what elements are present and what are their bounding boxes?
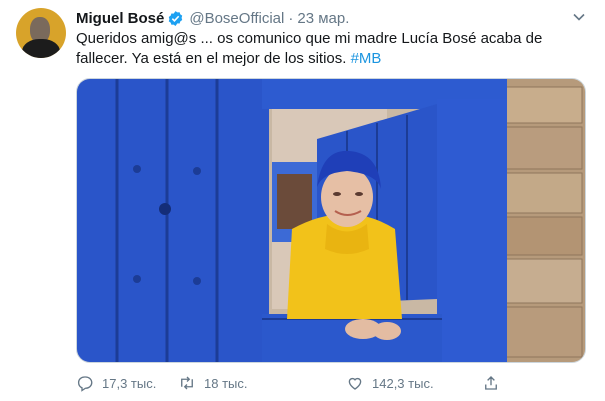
retweet-icon <box>181 376 193 390</box>
author-name[interactable]: Miguel Bosé <box>76 10 164 27</box>
chevron-down-icon[interactable] <box>572 10 586 24</box>
avatar-body <box>22 39 60 58</box>
reply-icon <box>77 376 93 392</box>
reply-button[interactable]: 17,3 тыс. <box>76 374 156 392</box>
hashtag-link[interactable]: #MB <box>351 50 382 67</box>
like-icon <box>348 377 362 390</box>
tweet-photo[interactable] <box>76 78 586 363</box>
separator-dot: · <box>288 9 294 27</box>
tweet-text: Queridos amig@s ... os comunico que mi m… <box>76 29 586 69</box>
tweet-timestamp[interactable]: 23 мар. <box>297 10 349 27</box>
like-count: 142,3 тыс. <box>372 375 434 391</box>
avatar[interactable] <box>16 8 66 58</box>
tweet-body: Queridos amig@s ... os comunico que mi m… <box>76 30 543 67</box>
share-icon <box>485 376 497 390</box>
like-button[interactable]: 142,3 тыс. <box>346 374 434 392</box>
tweet-header: Miguel Bosé @BoseOfficial · 23 мар. <box>76 8 349 28</box>
retweet-button[interactable]: 18 тыс. <box>178 374 247 392</box>
tweet[interactable]: Miguel Bosé @BoseOfficial · 23 мар. Quer… <box>0 0 605 401</box>
reply-count: 17,3 тыс. <box>102 375 157 391</box>
photo-illustration <box>77 79 585 362</box>
share-button[interactable] <box>482 374 508 392</box>
retweet-count: 18 тыс. <box>204 375 248 391</box>
verified-badge-icon <box>167 10 184 27</box>
author-handle[interactable]: @BoseOfficial <box>189 10 284 27</box>
tweet-actions: 17,3 тыс. 18 тыс. 142,3 тыс. <box>76 372 506 394</box>
